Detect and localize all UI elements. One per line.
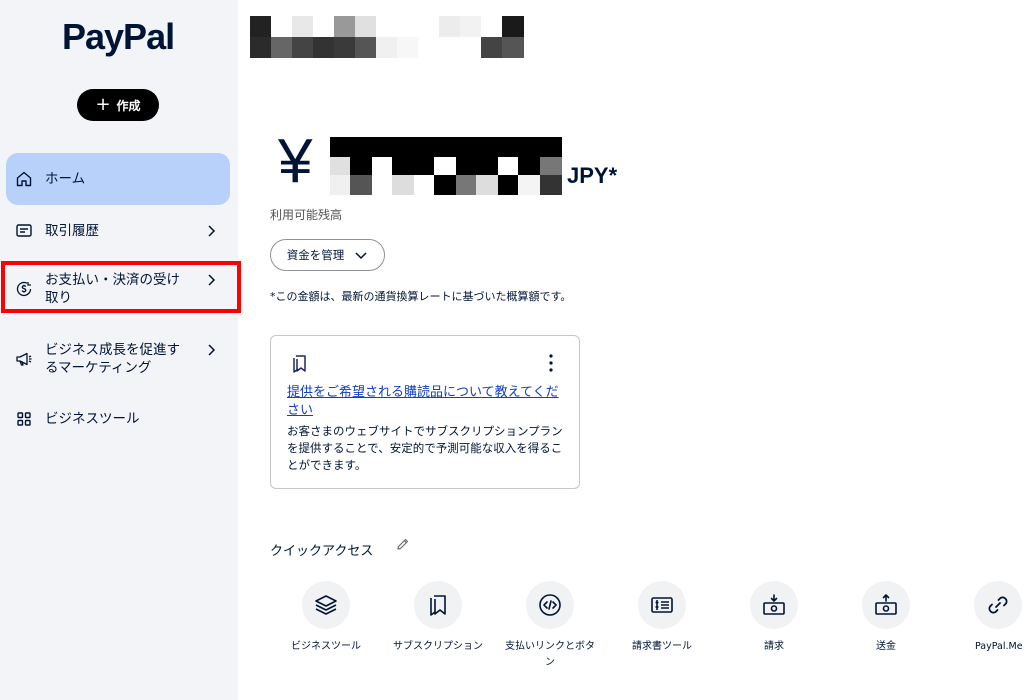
manage-funds-label: 資金を管理 bbox=[286, 248, 345, 262]
home-icon bbox=[16, 171, 32, 187]
invoice-icon bbox=[651, 597, 673, 613]
plus-icon: + bbox=[95, 94, 111, 115]
quick-access-invoice-tools[interactable]: 請求書ツール bbox=[614, 581, 710, 655]
quick-access-send[interactable]: 送金 bbox=[838, 581, 934, 655]
layers-icon bbox=[315, 595, 337, 615]
quick-access-icon-circle bbox=[750, 581, 798, 629]
quick-access-label: 請求 bbox=[764, 641, 784, 652]
pencil-icon[interactable] bbox=[396, 537, 410, 551]
sidebar-item-label: ホーム bbox=[45, 171, 86, 187]
quick-access-title: クイックアクセス bbox=[270, 544, 374, 559]
sidebar-item-label: お支払い・決済の受け取り bbox=[45, 272, 180, 306]
sidebar-item-home[interactable]: ホーム bbox=[6, 153, 230, 205]
code-icon bbox=[539, 594, 561, 616]
sidebar-item-label: 取引履歴 bbox=[45, 223, 99, 239]
send-money-icon bbox=[875, 594, 897, 615]
sidebar-item-activity[interactable]: 取引履歴 bbox=[6, 218, 230, 244]
quick-access-paypal-me[interactable]: PayPal.Me bbox=[950, 581, 1024, 655]
quick-access-icon-circle bbox=[638, 581, 686, 629]
bookmarks-icon bbox=[293, 355, 306, 373]
sidebar-item-label: ビジネス成長を促進するマーケティング bbox=[45, 342, 180, 376]
quick-access-label: PayPal.Me bbox=[975, 641, 1023, 652]
quick-access-icon-circle bbox=[862, 581, 910, 629]
quick-access-label: 支払いリンクとボタン bbox=[505, 641, 595, 668]
create-label: 作成 bbox=[116, 98, 141, 113]
quick-access-icon-circle bbox=[974, 581, 1022, 629]
request-money-icon bbox=[763, 594, 785, 615]
more-options-icon[interactable] bbox=[547, 352, 555, 374]
quick-access-icon-circle bbox=[302, 581, 350, 629]
quick-access-business-tools[interactable]: ビジネスツール bbox=[278, 581, 374, 655]
available-balance-label: 利用可能残高 bbox=[270, 208, 343, 222]
create-button[interactable]: + 作成 bbox=[77, 89, 159, 121]
quick-access-request[interactable]: 請求 bbox=[726, 581, 822, 655]
quick-access-label: 送金 bbox=[876, 641, 896, 652]
quick-access-subscriptions[interactable]: サブスクリプション bbox=[390, 581, 486, 655]
conversion-note: *この金額は、最新の通貨換算レートに基づいた概算額です。 bbox=[270, 290, 572, 303]
sidebar-item-business-tools[interactable]: ビジネスツール bbox=[6, 406, 230, 432]
sidebar-item-label: ビジネスツール bbox=[45, 411, 140, 427]
currency-label: JPY* bbox=[567, 163, 618, 188]
quick-access-label: サブスクリプション bbox=[393, 641, 483, 652]
quick-access-label: ビジネスツール bbox=[291, 641, 361, 652]
chevron-down-icon bbox=[355, 252, 367, 260]
receipt-icon bbox=[16, 224, 32, 237]
censored-balance-amount bbox=[330, 137, 562, 195]
sidebar-item-payments[interactable]: お支払い・決済の受け取り bbox=[6, 270, 230, 308]
manage-funds-button[interactable]: 資金を管理 bbox=[270, 239, 385, 271]
subscription-description: お客さまのウェブサイトでサブスクリプションプランを提供することで、安定的で予測可… bbox=[287, 424, 563, 472]
link-icon bbox=[988, 596, 1008, 614]
quick-access-icon-circle bbox=[526, 581, 574, 629]
subscription-link[interactable]: 提供をご希望される購読品について教えてください bbox=[287, 384, 569, 420]
quick-access-label: 請求書ツール bbox=[632, 641, 692, 652]
grid-icon bbox=[17, 412, 31, 426]
sidebar-item-marketing[interactable]: ビジネス成長を促進するマーケティング bbox=[6, 340, 230, 378]
chevron-right-icon bbox=[208, 274, 216, 286]
censored-account-name bbox=[250, 16, 524, 58]
megaphone-icon bbox=[16, 352, 32, 366]
dollar-circle-icon bbox=[16, 281, 32, 297]
quick-access-payment-links[interactable]: 支払いリンクとボタン bbox=[502, 581, 598, 671]
bookmarks-icon bbox=[430, 595, 446, 616]
quick-access-icon-circle bbox=[414, 581, 462, 629]
chevron-right-icon bbox=[208, 344, 216, 356]
sidebar: PayPal + 作成 ホーム 取引履歴 お支払い・決済の受け取り ビジネス成長… bbox=[0, 0, 238, 700]
balance-symbol: ¥ bbox=[278, 127, 313, 196]
subscription-promo-card: 提供をご希望される購読品について教えてください お客さまのウェブサイトでサブスク… bbox=[270, 335, 580, 489]
chevron-right-icon bbox=[208, 225, 216, 237]
paypal-logo[interactable]: PayPal bbox=[62, 16, 175, 58]
